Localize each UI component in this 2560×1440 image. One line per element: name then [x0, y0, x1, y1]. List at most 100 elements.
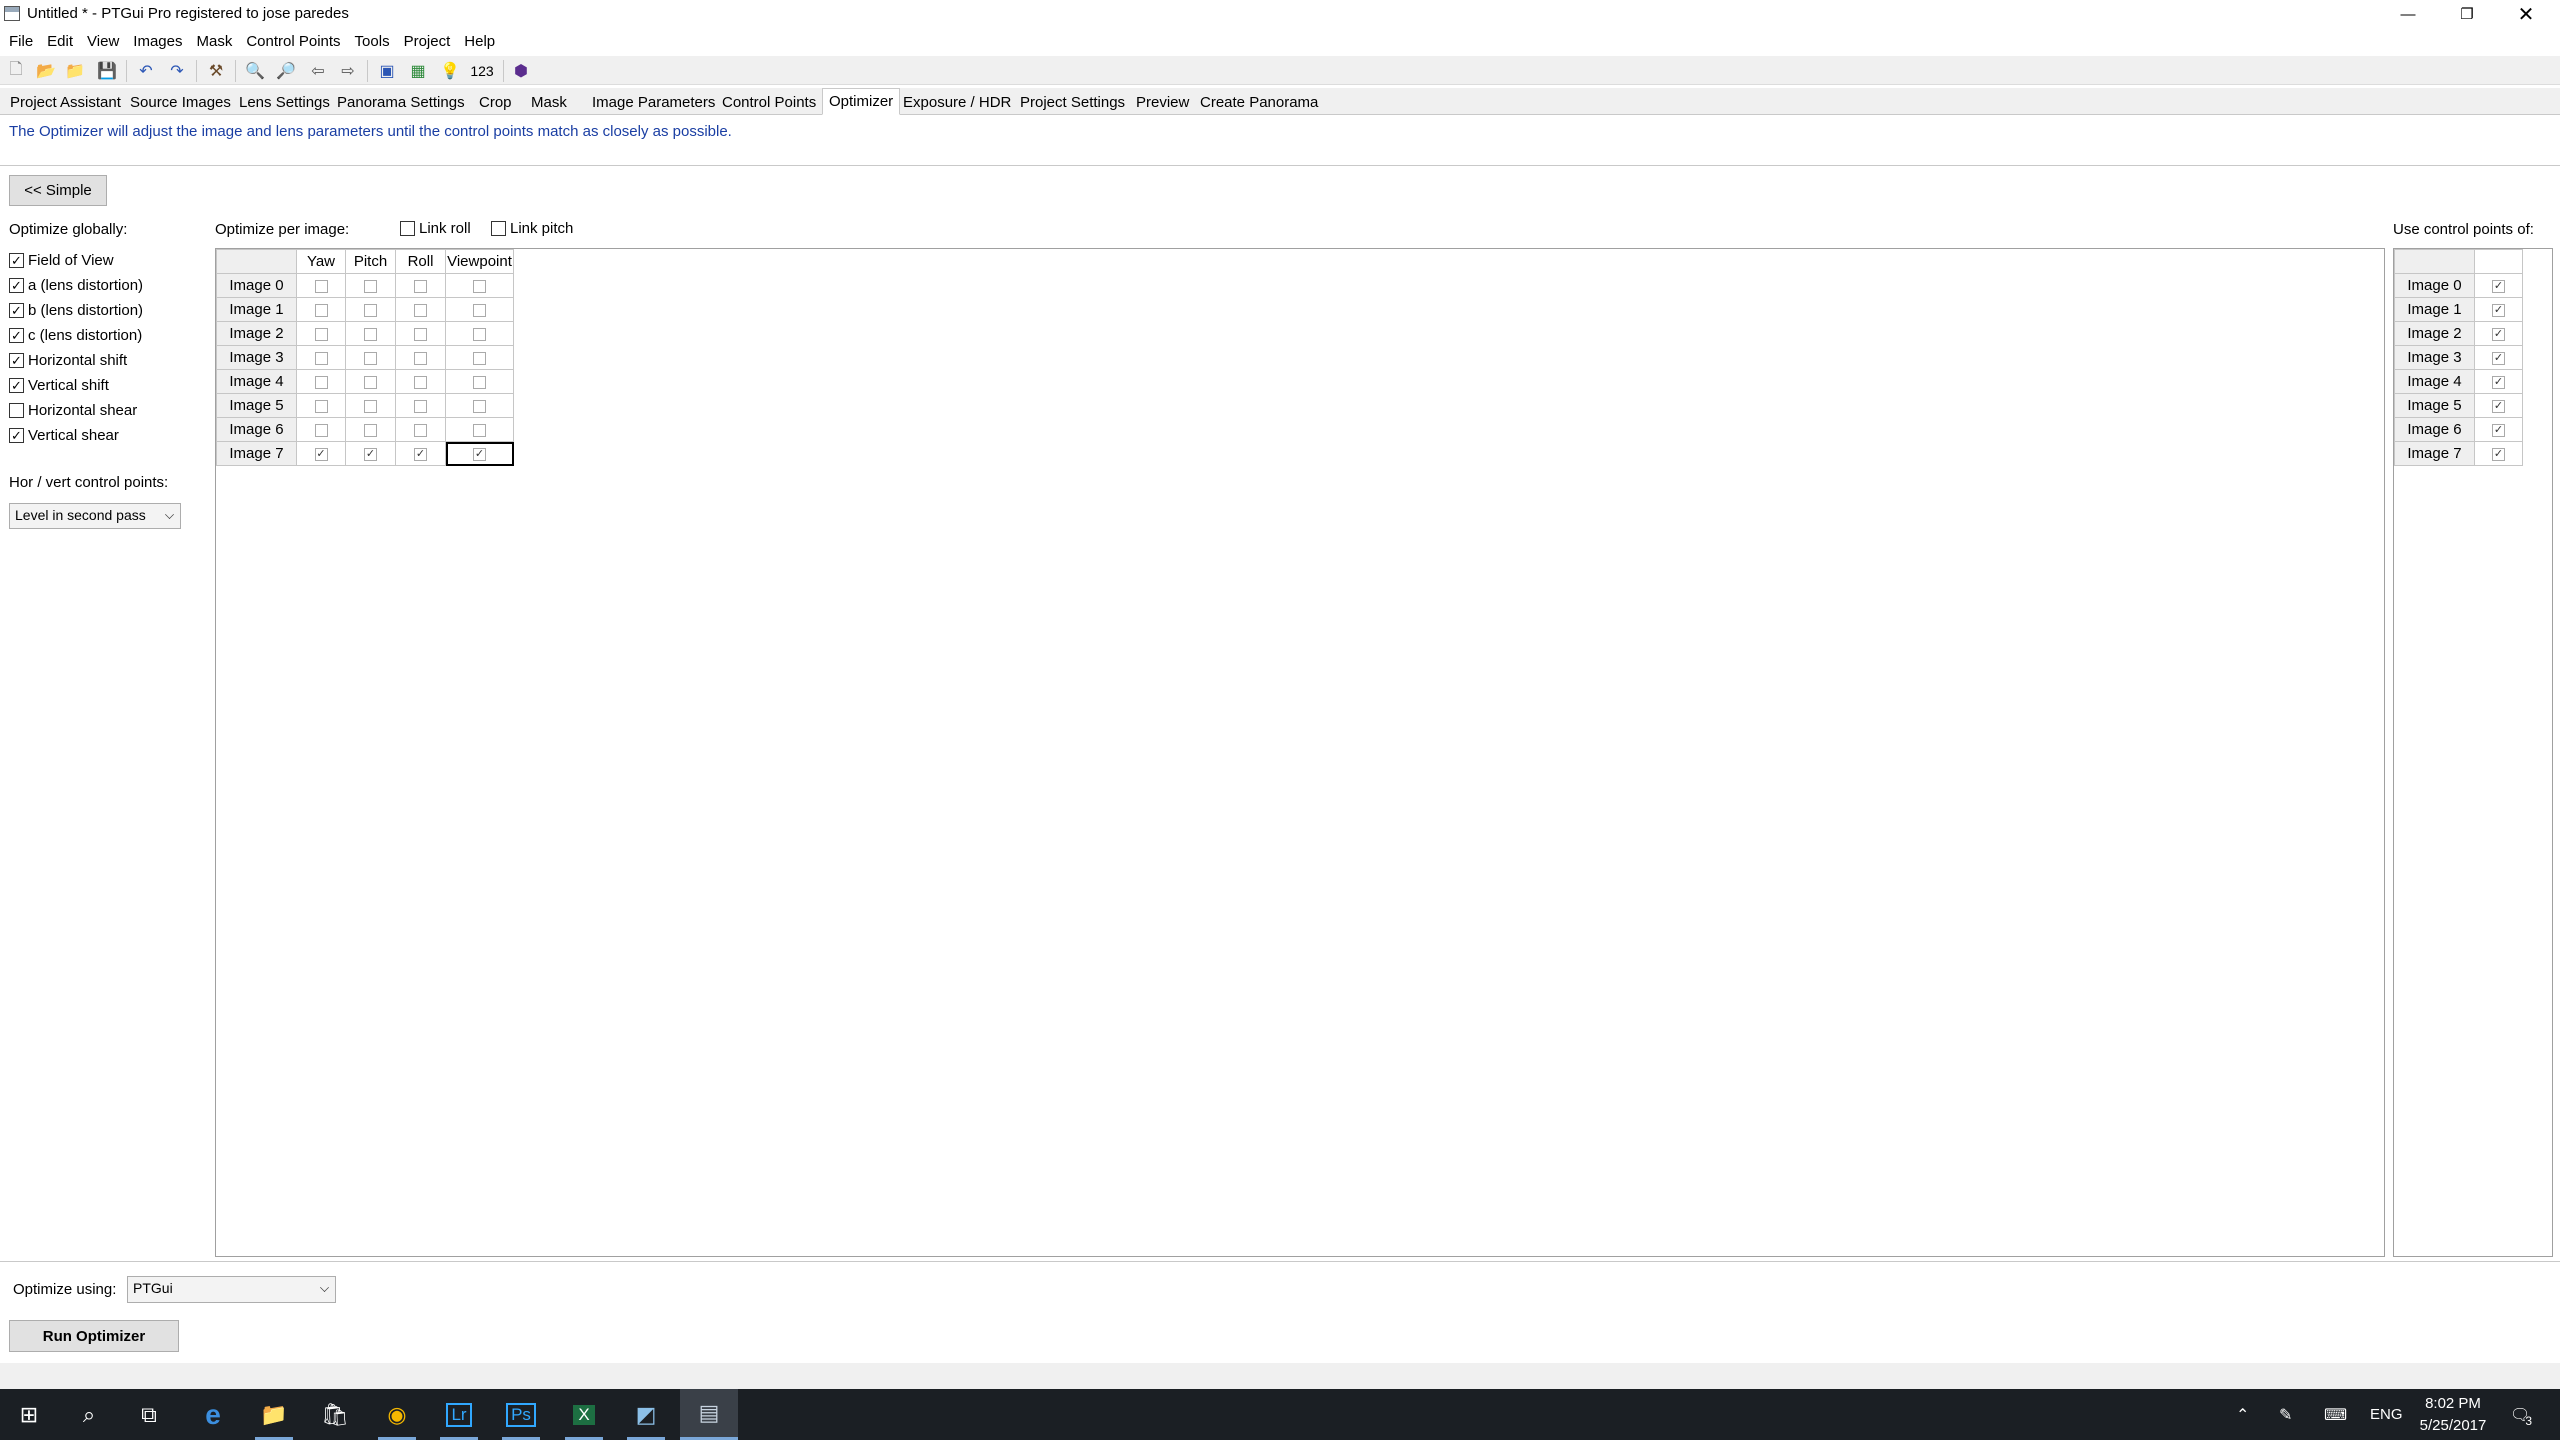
checkbox-unchecked[interactable]: [9, 402, 24, 418]
checkbox-checked[interactable]: ✓: [314, 447, 328, 461]
row-header[interactable]: Image 3: [216, 345, 297, 370]
column-header-use[interactable]: [2474, 249, 2523, 274]
grid-cell[interactable]: [345, 393, 396, 418]
menu-control-points[interactable]: Control Points: [238, 30, 346, 54]
grid-cell[interactable]: [395, 369, 446, 394]
checkbox-unchecked[interactable]: [473, 399, 486, 413]
checkbox-unchecked[interactable]: [414, 327, 427, 341]
grid-cell[interactable]: [296, 273, 346, 298]
pen-icon[interactable]: ✎: [2279, 1389, 2292, 1440]
checkbox-unchecked[interactable]: [364, 399, 377, 413]
task-view-icon[interactable]: ⧉: [120, 1389, 178, 1440]
tab-exposure-hdr[interactable]: Exposure / HDR: [903, 90, 1011, 114]
column-header-yaw[interactable]: Yaw: [296, 249, 346, 274]
optimize-globally-option[interactable]: ✓ Field of View: [9, 249, 114, 271]
grid-cell[interactable]: ✓: [395, 441, 446, 466]
optimize-globally-option[interactable]: Horizontal shear: [9, 399, 137, 421]
checkbox-checked[interactable]: ✓: [364, 447, 377, 461]
menu-file[interactable]: File: [0, 30, 39, 54]
checkbox-unchecked[interactable]: [473, 327, 486, 341]
tab-project-settings[interactable]: Project Settings: [1020, 90, 1125, 114]
checkbox-checked[interactable]: ✓: [2492, 447, 2505, 461]
optimize-using-select[interactable]: PTGui: [127, 1276, 336, 1303]
chrome-icon[interactable]: ◉: [368, 1389, 426, 1440]
clock[interactable]: 8:02 PM 5/25/2017: [2408, 1389, 2498, 1440]
language-indicator[interactable]: ENG: [2370, 1389, 2403, 1440]
grid-cell[interactable]: [395, 321, 446, 346]
grid-cell[interactable]: ✓: [2474, 321, 2523, 346]
menu-images[interactable]: Images: [125, 30, 188, 54]
grid-cell[interactable]: [296, 345, 346, 370]
run-optimizer-button[interactable]: Run Optimizer: [9, 1320, 179, 1352]
table-icon[interactable]: ▦: [407, 60, 429, 82]
checkbox-unchecked[interactable]: [473, 351, 486, 365]
row-header[interactable]: Image 1: [2394, 297, 2475, 322]
checkbox-unchecked[interactable]: [314, 279, 328, 293]
checkbox-unchecked[interactable]: [364, 303, 377, 317]
checkbox-unchecked[interactable]: [314, 375, 328, 389]
tab-panorama-settings[interactable]: Panorama Settings: [337, 90, 465, 114]
save-icon[interactable]: 💾: [96, 60, 118, 82]
close-icon[interactable]: ✕: [2497, 0, 2555, 28]
checkbox-checked[interactable]: ✓: [9, 427, 24, 443]
optimize-globally-option[interactable]: ✓ Vertical shift: [9, 374, 109, 396]
grid-cell[interactable]: [445, 321, 514, 346]
optimize-globally-option[interactable]: ✓ c (lens distortion): [9, 324, 142, 346]
lightroom-icon[interactable]: Lr: [430, 1389, 488, 1440]
column-header-viewpoint[interactable]: Viewpoint: [445, 249, 514, 274]
grid-cell[interactable]: [445, 393, 514, 418]
zoom-in-icon[interactable]: 🔍: [244, 60, 266, 82]
checkbox-checked[interactable]: ✓: [9, 352, 24, 368]
tab-optimizer[interactable]: Optimizer: [822, 88, 901, 115]
checkbox-unchecked[interactable]: [364, 327, 377, 341]
checkbox-checked[interactable]: ✓: [2492, 351, 2505, 365]
link-roll-checkbox[interactable]: Link roll: [400, 217, 471, 239]
grid-cell[interactable]: ✓: [2474, 441, 2523, 466]
simple-button[interactable]: << Simple: [9, 175, 107, 206]
row-header[interactable]: Image 2: [216, 321, 297, 346]
tab-image-parameters[interactable]: Image Parameters: [592, 90, 715, 114]
checkbox-unchecked[interactable]: [364, 351, 377, 365]
grid-cell[interactable]: ✓: [345, 441, 396, 466]
grid-cell[interactable]: [345, 369, 396, 394]
photoshop-icon[interactable]: Ps: [492, 1389, 550, 1440]
checkbox-unchecked[interactable]: [473, 423, 486, 437]
tab-mask[interactable]: Mask: [531, 90, 567, 114]
panorama-editor-icon[interactable]: ▣: [376, 60, 398, 82]
grid-cell[interactable]: [345, 417, 396, 442]
grid-cell[interactable]: [296, 297, 346, 322]
checkbox-unchecked[interactable]: [314, 423, 328, 437]
checkbox-checked[interactable]: ✓: [2492, 327, 2505, 341]
row-header[interactable]: Image 2: [2394, 321, 2475, 346]
row-header[interactable]: Image 0: [2394, 273, 2475, 298]
grid-cell[interactable]: ✓: [2474, 297, 2523, 322]
search-icon[interactable]: ⌕: [60, 1389, 118, 1440]
row-header[interactable]: Image 1: [216, 297, 297, 322]
grid-cell[interactable]: ✓: [2474, 369, 2523, 394]
optimize-globally-option[interactable]: ✓ b (lens distortion): [9, 299, 143, 321]
grid-cell[interactable]: [445, 297, 514, 322]
minimize-icon[interactable]: —: [2379, 0, 2437, 28]
checkbox-unchecked[interactable]: [364, 279, 377, 293]
edge-icon[interactable]: e: [184, 1389, 242, 1440]
grid-cell[interactable]: [445, 417, 514, 442]
undo-icon[interactable]: ↶: [135, 60, 157, 82]
keyboard-icon[interactable]: ⌨: [2324, 1389, 2347, 1440]
checkbox-unchecked[interactable]: [473, 279, 486, 293]
app-icon[interactable]: ◩: [617, 1389, 675, 1440]
checkbox-unchecked[interactable]: [414, 279, 427, 293]
hor-vert-select[interactable]: Level in second pass: [9, 503, 181, 529]
numbers-icon[interactable]: 123: [468, 60, 496, 82]
grid-cell[interactable]: [345, 297, 396, 322]
checkbox-checked[interactable]: ✓: [9, 302, 24, 318]
grid-cell[interactable]: ✓: [2474, 393, 2523, 418]
checkbox-checked[interactable]: ✓: [2492, 375, 2505, 389]
checkbox-unchecked[interactable]: [364, 375, 377, 389]
row-header[interactable]: Image 5: [2394, 393, 2475, 418]
checkbox-unchecked[interactable]: [414, 303, 427, 317]
zoom-out-icon[interactable]: 🔎: [275, 60, 297, 82]
tab-project-assistant[interactable]: Project Assistant: [10, 90, 121, 114]
row-header[interactable]: Image 7: [216, 441, 297, 466]
row-header[interactable]: Image 7: [2394, 441, 2475, 466]
grid-cell[interactable]: [296, 369, 346, 394]
